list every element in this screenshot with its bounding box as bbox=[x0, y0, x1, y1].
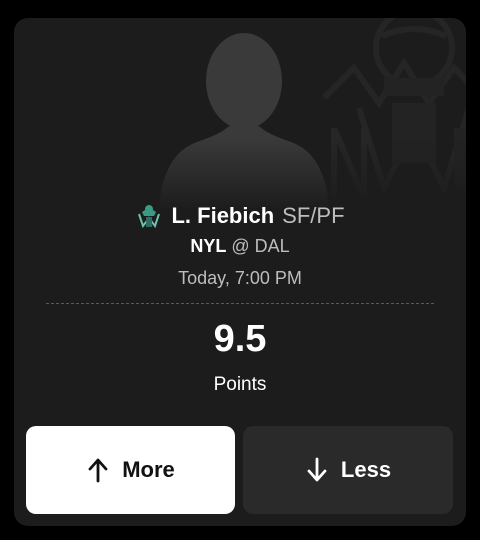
matchup-separator: @ bbox=[231, 236, 250, 256]
arrow-up-icon bbox=[88, 458, 108, 483]
away-team: DAL bbox=[254, 236, 290, 256]
hero-fade bbox=[14, 138, 466, 208]
projection-line: 9.5 bbox=[213, 318, 267, 360]
more-button[interactable]: More bbox=[26, 426, 235, 514]
arrow-down-icon bbox=[307, 457, 327, 482]
card-hero bbox=[14, 18, 466, 208]
more-label: More bbox=[122, 457, 175, 482]
player-position: SF/PF bbox=[282, 203, 345, 228]
projection-stat: Points bbox=[213, 374, 267, 395]
home-team: NYL bbox=[190, 236, 227, 256]
player-name: L. Fiebich bbox=[171, 203, 275, 228]
liberty-team-logo-icon bbox=[138, 205, 161, 229]
player-prop-card: L. Fiebich SF/PF NYL @ DAL Today, 7:00 P… bbox=[14, 18, 466, 526]
game-time: Today, 7:00 PM bbox=[178, 268, 302, 288]
matchup: NYL @ DAL bbox=[14, 236, 466, 257]
player-info: L. Fiebich SF/PF bbox=[14, 200, 466, 232]
divider bbox=[46, 303, 434, 304]
less-button[interactable]: Less bbox=[243, 426, 453, 514]
less-label: Less bbox=[340, 457, 392, 482]
